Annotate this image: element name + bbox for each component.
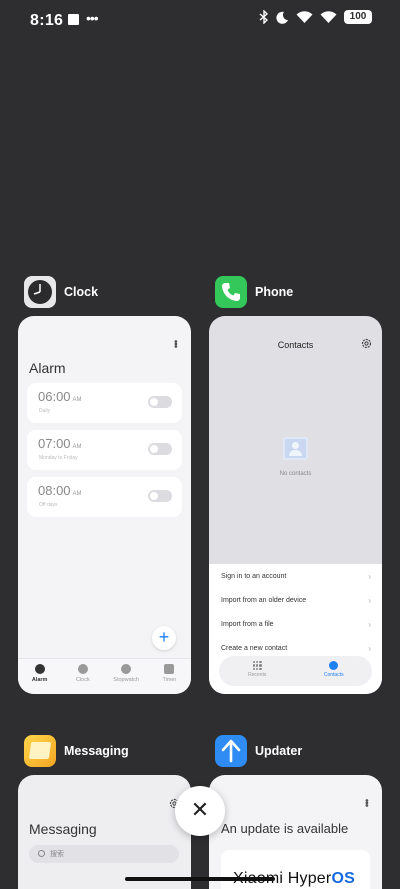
phone-tab-bar: Recents Contacts bbox=[219, 656, 372, 686]
wifi-icon bbox=[296, 10, 313, 23]
clock-tab-bar: Alarm Clock Stopwatch Timer bbox=[18, 658, 191, 694]
update-title: An update is available bbox=[221, 821, 349, 836]
tab-clock: Clock bbox=[61, 659, 104, 694]
no-contacts-icon bbox=[283, 437, 308, 460]
empty-state-text: No contacts bbox=[279, 471, 312, 477]
clock-icon bbox=[77, 664, 88, 674]
update-banner: Xiaomi HyperOS bbox=[221, 850, 370, 889]
tab-contacts: Contacts bbox=[296, 656, 373, 686]
tab-timer: Timer bbox=[148, 659, 191, 694]
signal-wifi-secondary-icon bbox=[320, 10, 337, 23]
recent-card-updater[interactable]: ••• An update is available Xiaomi HyperO… bbox=[209, 775, 382, 889]
app-name-updater: Updater bbox=[255, 744, 303, 758]
home-indicator[interactable] bbox=[125, 877, 275, 881]
alarm-time: 06:00 AM bbox=[38, 389, 82, 404]
recent-card-phone[interactable]: Contacts No contacts Sign in to an accou… bbox=[209, 316, 382, 694]
more-options-icon: ••• bbox=[360, 798, 372, 807]
add-alarm-button: + bbox=[152, 626, 176, 650]
app-header-updater[interactable]: Updater bbox=[215, 735, 302, 767]
option-import-older-device: Import from an older device › bbox=[221, 596, 371, 605]
tab-alarm: Alarm bbox=[18, 659, 61, 694]
messaging-app-icon bbox=[24, 735, 56, 767]
recent-card-messaging[interactable]: Messaging 搜索 bbox=[18, 775, 191, 889]
tab-recents: Recents bbox=[219, 656, 296, 686]
alarm-repeat: Monday to Friday bbox=[39, 455, 78, 461]
bluetooth-icon bbox=[259, 10, 269, 24]
alarm-item: 08:00 AM Off days bbox=[27, 477, 182, 517]
search-input: 搜索 bbox=[29, 845, 179, 863]
alarm-toggle bbox=[148, 396, 172, 408]
battery-icon: 100 bbox=[344, 10, 372, 24]
status-time: 8:16 bbox=[30, 12, 64, 29]
alarm-toggle bbox=[148, 490, 172, 502]
app-header-phone[interactable]: Phone bbox=[215, 276, 293, 308]
dialpad-icon bbox=[252, 661, 262, 670]
chevron-right-icon: › bbox=[368, 644, 371, 653]
status-bar: 8:16 ••• 100 bbox=[0, 0, 400, 44]
recent-card-clock[interactable]: ••• Alarm 06:00 AM Daily 07:00 AM Monday t… bbox=[18, 316, 191, 694]
clear-all-button[interactable]: ✕ bbox=[175, 786, 225, 836]
do-not-disturb-moon-icon bbox=[276, 11, 288, 24]
chevron-right-icon: › bbox=[368, 596, 371, 605]
option-sign-in: Sign in to an account › bbox=[221, 572, 371, 581]
app-name-phone: Phone bbox=[255, 285, 294, 299]
app-header-messaging[interactable]: Messaging bbox=[24, 735, 129, 767]
alarm-time: 07:00 AM bbox=[38, 436, 82, 451]
stopwatch-icon bbox=[121, 664, 132, 674]
app-name-clock: Clock bbox=[64, 285, 99, 299]
app-header-clock[interactable]: Clock bbox=[24, 276, 98, 308]
alarm-repeat: Off days bbox=[39, 502, 58, 508]
alarm-icon bbox=[34, 664, 45, 674]
alarm-item: 06:00 AM Daily bbox=[27, 383, 182, 423]
contacts-title: Contacts bbox=[277, 340, 314, 350]
tab-stopwatch: Stopwatch bbox=[105, 659, 148, 694]
clock-app-icon bbox=[24, 276, 56, 308]
search-icon bbox=[38, 850, 45, 857]
hourglass-icon bbox=[164, 664, 175, 674]
chevron-right-icon: › bbox=[368, 572, 371, 581]
more-notifications-icon: ••• bbox=[86, 10, 99, 26]
alarm-repeat: Daily bbox=[39, 408, 51, 414]
alarm-title: Alarm bbox=[29, 360, 66, 376]
phone-app-icon bbox=[215, 276, 247, 308]
alarm-time: 08:00 AM bbox=[38, 483, 82, 498]
option-create-contact: Create a new contact › bbox=[221, 644, 371, 653]
search-placeholder: 搜索 bbox=[50, 851, 64, 858]
messaging-title: Messaging bbox=[29, 821, 97, 837]
updater-app-icon bbox=[215, 735, 247, 767]
option-import-file: Import from a file › bbox=[221, 620, 371, 629]
chevron-right-icon: › bbox=[368, 620, 371, 629]
app-name-messaging: Messaging bbox=[64, 744, 129, 758]
settings-gear-icon bbox=[361, 338, 372, 349]
person-icon bbox=[329, 661, 339, 670]
alarm-item: 07:00 AM Monday to Friday bbox=[27, 430, 182, 470]
alarm-toggle bbox=[148, 443, 172, 455]
more-options-icon: ••• bbox=[169, 339, 181, 348]
stop-icon bbox=[68, 14, 79, 25]
